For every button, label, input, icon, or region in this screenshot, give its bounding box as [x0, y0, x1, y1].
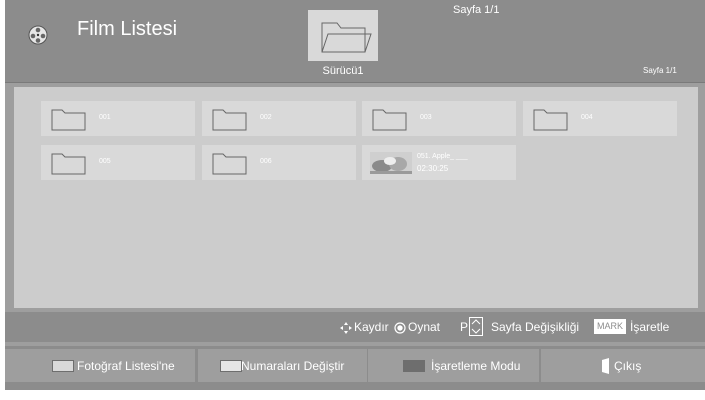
folder-item[interactable]: 005: [41, 145, 195, 180]
mark-key-badge: MARK: [594, 319, 627, 334]
scroll-hint: Kaydır: [354, 320, 389, 334]
green-key-swatch: [220, 360, 242, 372]
red-key-swatch: [52, 360, 74, 372]
folder-icon: [372, 109, 407, 131]
page-indicator: Sayfa 1/1: [643, 66, 677, 75]
page-key-label: P: [460, 320, 469, 334]
folder-label: 002: [260, 114, 272, 121]
ok-button-icon: [394, 322, 406, 334]
folder-icon: [533, 109, 568, 131]
key-hints-bar: Kaydır Oynat P Sayfa Değişikliği MARK İş…: [5, 312, 705, 342]
drive-selector[interactable]: [308, 10, 378, 61]
folder-label: 004: [581, 114, 593, 121]
yellow-key-swatch: [403, 360, 425, 372]
folder-icon: [51, 109, 86, 131]
movie-thumbnail: [370, 152, 412, 174]
movie-duration: 02:30:25: [417, 164, 449, 173]
folder-label: 003: [420, 114, 432, 121]
page-indicator-top: Sayfa 1/1: [453, 4, 500, 16]
folder-item[interactable]: 003: [362, 101, 516, 136]
page-title: Film Listesi: [77, 18, 178, 40]
page-updown-icon: [469, 317, 483, 336]
folder-item[interactable]: 004: [523, 101, 677, 136]
photo-list-button[interactable]: Fotoğraf Listesi'ne: [5, 349, 195, 382]
navigate-arrows-icon: [340, 322, 352, 334]
folder-icon: [212, 153, 247, 175]
photo-list-label: Fotoğraf Listesi'ne: [77, 359, 175, 373]
folder-item[interactable]: 001: [41, 101, 195, 136]
exit-icon: [602, 358, 609, 374]
movie-item[interactable]: 051. Apple_ ___ 02:30:25: [362, 145, 516, 180]
tv-screen: Film Listesi Sürücü1 Sayfa 1/1 Sayfa 1/1…: [5, 0, 705, 390]
folder-icon: [51, 153, 86, 175]
play-hint: Oynat: [408, 320, 441, 334]
file-grid: 001 002 003 004 005 006 051. Apple_ ___ …: [14, 87, 698, 308]
mark-mode-button[interactable]: İşaretleme Modu: [368, 349, 539, 382]
movie-title: 051. Apple_ ___: [417, 153, 468, 160]
mark-hint: İşaretle: [630, 320, 670, 334]
header: Film Listesi Sürücü1 Sayfa 1/1 Sayfa 1/1: [5, 0, 705, 83]
drive-label: Sürücü1: [322, 65, 364, 77]
folder-label: 001: [99, 114, 111, 121]
page-change-hint: Sayfa Değişikliği: [491, 320, 580, 334]
open-folder-icon: [321, 22, 372, 53]
folder-label: 006: [260, 158, 272, 165]
film-reel-icon: [28, 25, 48, 45]
mark-mode-label: İşaretleme Modu: [431, 359, 521, 373]
header-divider: [5, 82, 705, 83]
change-numbers-button[interactable]: Numaraları Değiştir: [198, 349, 367, 382]
folder-label: 005: [99, 158, 111, 165]
color-key-bar: Fotoğraf Listesi'ne Numaraları Değiştir …: [5, 346, 705, 390]
folder-item[interactable]: 006: [202, 145, 356, 180]
folder-item[interactable]: 002: [202, 101, 356, 136]
folder-icon: [212, 109, 247, 131]
change-numbers-label: Numaraları Değiştir: [241, 359, 345, 373]
exit-button[interactable]: Çıkış: [541, 349, 705, 382]
exit-label: Çıkış: [614, 359, 642, 373]
